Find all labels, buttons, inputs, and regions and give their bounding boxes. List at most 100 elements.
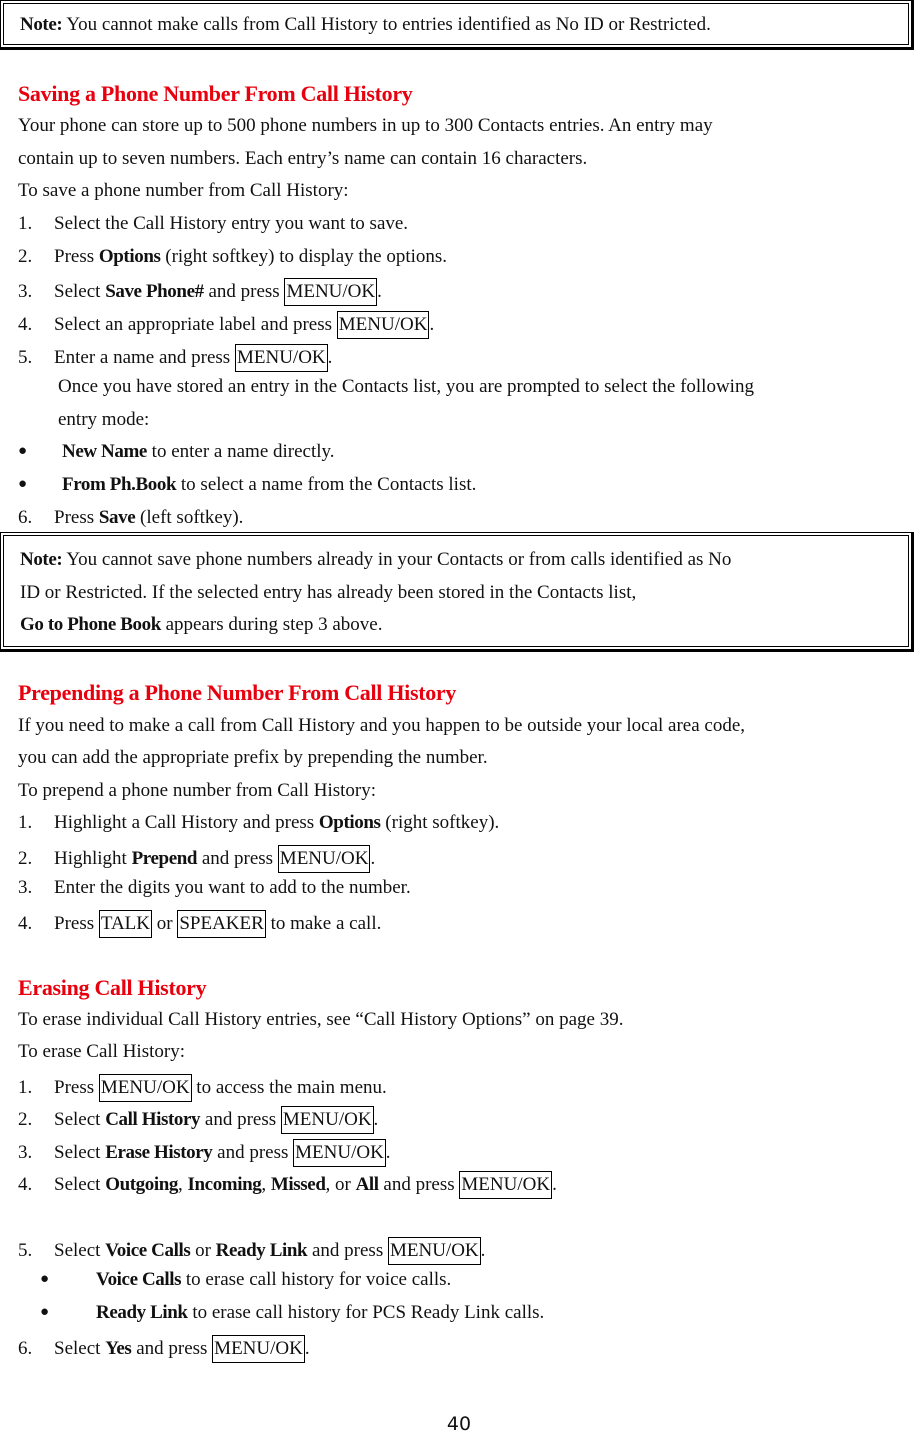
note-line: ID or Restricted. If the selected entry … [20, 581, 637, 603]
key-label: MENU/OK [387, 1237, 481, 1265]
step-number: 4. [18, 913, 33, 934]
step-text: and press [200, 1109, 281, 1130]
ui-term: Yes [105, 1338, 132, 1359]
step-text: Select [54, 281, 106, 302]
bullet-item: ● Ready Link to erase call history for PC… [40, 1302, 544, 1324]
step-number: 2. [18, 1109, 33, 1130]
step-text: or [152, 913, 178, 934]
ui-term: Go to Phone Book [20, 614, 161, 635]
step-text: , [261, 1174, 271, 1195]
ui-term: Prepend [131, 848, 198, 869]
ui-term: Voice Calls [105, 1240, 191, 1261]
step-number: 3. [18, 281, 33, 302]
step-text: Select [54, 1109, 106, 1130]
paragraph-line: contain up to seven numbers. Each entry’… [18, 148, 588, 169]
step-text: (left softkey). [135, 507, 244, 528]
bullet-icon: ● [40, 1304, 50, 1320]
section-heading-prepending: Prepending a Phone Number From Call Hist… [18, 680, 457, 705]
note-box-calls: Note: You cannot make calls from Call Hi… [0, 0, 914, 50]
ui-term: Save [98, 507, 136, 528]
step-detail: entry mode: [58, 409, 150, 430]
bullet-text: to enter a name directly. [146, 441, 335, 462]
ui-term: Incoming [187, 1174, 262, 1195]
step-item: 1. Highlight a Call History and press Opt… [18, 812, 499, 834]
bullet-item: ● New Name to enter a name directly. [18, 441, 335, 463]
step-item: 1. Press MENU/OK to access the main menu. [18, 1074, 387, 1102]
key-label: MENU/OK [280, 1106, 374, 1134]
step-item: 3. Select Save Phone# and press MENU/OK. [18, 278, 382, 306]
step-text: Highlight [54, 848, 132, 869]
step-text: Press [54, 246, 99, 267]
key-label: TALK [98, 910, 153, 938]
section-heading-saving: Saving a Phone Number From Call History [18, 81, 413, 106]
step-number: 6. [18, 1338, 33, 1359]
step-text: to make a call. [265, 913, 382, 934]
page-number: 40 [446, 1413, 472, 1435]
ui-term: From Ph.Book [62, 474, 177, 495]
step-item: 3. Enter the digits you want to add to th… [18, 877, 411, 899]
key-label: MENU/OK [459, 1171, 553, 1199]
step-number: 1. [18, 213, 33, 234]
step-text: Highlight a Call History and press [54, 812, 319, 833]
step-text: Press [54, 1077, 99, 1098]
ui-term: Erase History [105, 1142, 213, 1163]
note-box-save: Note: You cannot save phone numbers alre… [0, 532, 914, 652]
step-number: 2. [18, 246, 33, 267]
ui-term: Call History [105, 1109, 201, 1130]
step-item: 2. Select Call History and press MENU/OK. [18, 1106, 378, 1134]
step-text: . [552, 1174, 557, 1195]
ui-term: Outgoing [105, 1174, 179, 1195]
key-label: MENU/OK [284, 278, 378, 306]
step-detail: Once you have stored an entry in the Con… [58, 376, 754, 397]
step-text: Enter a name and press [54, 347, 235, 368]
step-item: 4. Press TALK or SPEAKER to make a call. [18, 910, 381, 938]
bullet-text: to select a name from the Contacts list. [176, 474, 477, 495]
paragraph-line: To erase individual Call History entries… [18, 1009, 624, 1030]
paragraph-line: If you need to make a call from Call His… [18, 715, 746, 736]
key-label: MENU/OK [234, 344, 328, 372]
step-text: Enter the digits you want to add to the … [54, 877, 411, 898]
step-text: Press [54, 913, 99, 934]
step-text: Select the Call History entry you want t… [54, 213, 409, 234]
step-text: (right softkey). [380, 812, 500, 833]
key-label: MENU/OK [212, 1335, 305, 1363]
step-text: . [385, 1142, 391, 1163]
bullet-icon: ● [40, 1271, 50, 1287]
paragraph-line: To prepend a phone number from Call Hist… [18, 780, 377, 801]
step-text: and press [212, 1142, 294, 1163]
step-item: 2. Press Options (right softkey) to displ… [18, 246, 447, 268]
paragraph-line: To save a phone number from Call History… [18, 180, 349, 201]
step-text: , [178, 1174, 188, 1195]
ui-term: Save Phone# [105, 281, 204, 302]
step-text: Select [54, 1338, 106, 1359]
step-item: 2. Highlight Prepend and press MENU/OK. [18, 845, 375, 873]
paragraph-line: To erase Call History: [18, 1041, 185, 1062]
step-text: . [327, 347, 333, 368]
key-label: MENU/OK [293, 1139, 386, 1167]
step-item: 1. Select the Call History entry you want… [18, 213, 408, 235]
step-item: 4. Select an appropriate label and press … [18, 311, 434, 339]
ui-term: Options [98, 246, 161, 267]
step-text: Select an appropriate label and press [54, 314, 337, 335]
step-text: Select [54, 1174, 106, 1195]
note-line: Note: You cannot save phone numbers alre… [20, 544, 892, 577]
step-text: Select [54, 1240, 106, 1261]
step-text: . [370, 848, 376, 869]
step-number: 4. [18, 1174, 33, 1195]
note-line: Go to Phone Book appears during step 3 a… [20, 609, 892, 642]
step-item: 4. Select Outgoing, Incoming, Missed, or … [18, 1171, 557, 1199]
step-number: 3. [18, 877, 33, 898]
step-number: 6. [18, 507, 33, 528]
step-text: Select [54, 1142, 106, 1163]
step-number: 5. [18, 347, 33, 368]
ui-term: Options [318, 812, 381, 833]
step-text: and press [203, 281, 285, 302]
bullet-text: to erase call history for PCS Ready Link… [187, 1302, 545, 1323]
note-label: Note: [20, 14, 63, 35]
bullet-icon: ● [18, 443, 28, 459]
ui-term: Ready Link [215, 1240, 308, 1261]
step-text: and press [197, 848, 278, 869]
step-text: and press [131, 1338, 213, 1359]
step-text: (right softkey) to display the options. [160, 246, 448, 267]
note-label: Note: [20, 549, 63, 570]
